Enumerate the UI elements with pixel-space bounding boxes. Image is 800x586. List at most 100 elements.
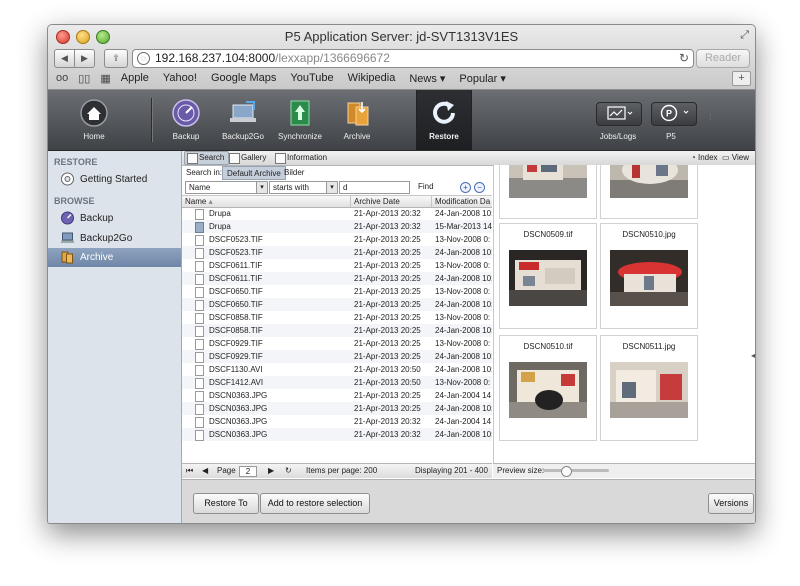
p5-button[interactable]: P — [651, 102, 697, 126]
toolbar-overflow-icon[interactable]: ⁞ — [709, 112, 712, 122]
first-page-icon[interactable]: ⏮ — [186, 464, 193, 478]
table-row[interactable]: Drupa 21-Apr-2013 20:32 15-Mar-2013 14 — [182, 220, 492, 233]
sidebar-item-backup[interactable]: Backup — [48, 209, 181, 228]
cell-archive-date: 21-Apr-2013 20:32 — [354, 209, 421, 218]
table-row[interactable]: DSCF0650.TIF 21-Apr-2013 20:25 13-Nov-2008… — [182, 285, 492, 298]
archive-small-icon — [61, 251, 73, 264]
bookmark-yahoo[interactable]: Yahoo! — [163, 72, 197, 84]
versions-button[interactable]: Versions — [708, 493, 754, 514]
table-row[interactable]: DSCF1130.AVI 21-Apr-2013 20:50 24-Jan-2008… — [182, 363, 492, 376]
index-icon[interactable]: ◔ — [691, 153, 696, 162]
jobs-logs-button[interactable] — [596, 102, 642, 126]
file-icon — [195, 313, 204, 324]
new-tab-plus-icon[interactable]: + — [732, 71, 751, 86]
cell-modification-date: 13-Nov-2008 0: — [435, 339, 491, 348]
sidebar-item-label: Getting Started — [80, 174, 148, 185]
column-header-modification-date[interactable]: Modification Da — [432, 196, 493, 207]
index-button[interactable]: Index — [698, 153, 718, 162]
forward-button[interactable]: ▶ — [74, 49, 95, 68]
address-bar[interactable]: ◌ 192.168.237.104:8000/lexxapp/136669667… — [132, 49, 694, 68]
gallery-thumbnail[interactable]: DSCN0511.jpg — [600, 335, 698, 441]
bookmarks-book-icon[interactable]: ▯▯ — [78, 72, 90, 85]
preview-size-slider-knob[interactable] — [561, 466, 572, 477]
cell-name: DSCF1412.AVI — [209, 378, 264, 387]
cell-modification-date: 24-Jan-2008 10: — [435, 404, 492, 413]
main-panel: Search Gallery Information ◔ Index ▭ Vie… — [182, 151, 755, 523]
table-row[interactable]: Drupa 21-Apr-2013 20:32 24-Jan-2008 10: — [182, 207, 492, 220]
tab-information[interactable]: Information — [273, 152, 327, 164]
table-row[interactable]: DSCF0929.TIF 21-Apr-2013 20:25 13-Nov-2008… — [182, 337, 492, 350]
add-criteria-icon[interactable]: + — [460, 182, 471, 193]
bookmark-apple[interactable]: Apple — [121, 72, 149, 84]
add-to-restore-selection-button[interactable]: Add to restore selection — [260, 493, 370, 514]
table-row[interactable]: DSCF0611.TIF 21-Apr-2013 20:25 24-Jan-2008… — [182, 272, 492, 285]
table-row[interactable]: DSCF0523.TIF 21-Apr-2013 20:25 13-Nov-2008… — [182, 233, 492, 246]
cell-archive-date: 21-Apr-2013 20:25 — [354, 261, 421, 270]
column-header-name[interactable]: Name ▴ — [182, 196, 351, 207]
refresh-icon[interactable]: ↻ — [285, 464, 292, 478]
gallery-thumbnail[interactable]: DSCN0510.tif — [499, 335, 597, 441]
scope-default-archive[interactable]: Default Archive — [222, 166, 286, 180]
preview-size-slider[interactable] — [543, 466, 609, 477]
table-row[interactable]: DSCF0611.TIF 21-Apr-2013 20:25 13-Nov-2008… — [182, 259, 492, 272]
gallery-thumbnail[interactable] — [499, 165, 597, 219]
sidebar-item-archive[interactable]: Archive — [48, 248, 181, 267]
reader-button[interactable]: Reader — [696, 49, 750, 68]
table-row[interactable]: DSCN0363.JPG 21-Apr-2013 20:25 24-Jan-2008… — [182, 402, 492, 415]
panel-collapse-handle[interactable]: ◂ — [751, 351, 755, 365]
restore-to-button[interactable]: Restore To — [193, 493, 259, 514]
search-value-input[interactable]: d — [339, 181, 410, 194]
back-button[interactable]: ◀ — [54, 49, 75, 68]
fullscreen-icon[interactable]: ⤢ — [740, 29, 749, 42]
field-select[interactable]: Name ▾ — [185, 181, 268, 194]
sidebar-item-getting-started[interactable]: Getting Started — [48, 170, 181, 189]
cell-name: DSCF0523.TIF — [209, 235, 263, 244]
toolbar-backup2go[interactable]: Backup2Go — [213, 96, 273, 148]
bookmark-wikipedia[interactable]: Wikipedia — [348, 72, 396, 84]
top-sites-grid-icon[interactable]: ▦ — [100, 72, 110, 85]
operator-select[interactable]: starts with ▾ — [269, 181, 338, 194]
view-button[interactable]: View — [732, 153, 749, 162]
reload-icon[interactable]: ↻ — [679, 51, 689, 65]
toolbar-restore[interactable]: Restore — [416, 90, 472, 150]
reading-list-icon[interactable]: oo — [56, 72, 68, 84]
table-row[interactable]: DSCN0363.JPG 21-Apr-2013 20:25 24-Jan-2004… — [182, 389, 492, 402]
toolbar-synchronize[interactable]: Synchronize — [270, 96, 330, 148]
column-header-archive-date[interactable]: Archive Date — [351, 196, 432, 207]
results-grid: Drupa 21-Apr-2013 20:32 24-Jan-2008 10: Dru… — [182, 207, 492, 453]
gallery-thumbnail[interactable]: DSCN0510.jpg — [600, 223, 698, 329]
app-toolbar: Home Backup Backup2Go Synchronize Archiv… — [48, 90, 755, 151]
sidebar-item-backup2go[interactable]: Backup2Go — [48, 229, 181, 248]
table-row[interactable]: DSCF1412.AVI 21-Apr-2013 20:50 13-Nov-2008… — [182, 376, 492, 389]
toolbar-home[interactable]: Home — [64, 96, 124, 148]
bookmark-youtube[interactable]: YouTube — [290, 72, 333, 84]
toolbar-backup[interactable]: Backup — [156, 96, 216, 148]
cell-archive-date: 21-Apr-2013 20:25 — [354, 339, 421, 348]
life-ring-icon — [61, 172, 74, 186]
remove-criteria-icon[interactable]: − — [474, 182, 485, 193]
table-row[interactable]: DSCN0363.JPG 21-Apr-2013 20:32 24-Jan-2008… — [182, 428, 492, 441]
table-row[interactable]: DSCF0858.TIF 21-Apr-2013 20:25 24-Jan-2008… — [182, 324, 492, 337]
previous-page-icon[interactable]: ◀ — [202, 464, 208, 478]
table-row[interactable]: DSCF0858.TIF 21-Apr-2013 20:25 13-Nov-2008… — [182, 311, 492, 324]
next-page-icon[interactable]: ▶ — [268, 464, 274, 478]
bookmark-news[interactable]: News ▾ — [409, 72, 445, 85]
table-row[interactable]: DSCF0650.TIF 21-Apr-2013 20:25 24-Jan-2008… — [182, 298, 492, 311]
view-icon[interactable]: ▭ — [722, 153, 730, 162]
scope-bilder[interactable]: Bilder — [280, 166, 308, 178]
tab-gallery[interactable]: Gallery — [227, 152, 266, 164]
share-button[interactable]: ⇪ — [104, 49, 128, 68]
find-button[interactable]: Find — [418, 182, 434, 191]
gallery-thumbnail[interactable] — [600, 165, 698, 219]
sidebar-item-label: Archive — [80, 252, 114, 263]
cell-modification-date: 24-Jan-2008 10: — [435, 300, 492, 309]
page-number-input[interactable]: 2 — [239, 466, 257, 477]
table-row[interactable]: DSCF0929.TIF 21-Apr-2013 20:25 24-Jan-2008… — [182, 350, 492, 363]
gallery-thumbnail[interactable]: DSCN0509.tif — [499, 223, 597, 329]
table-row[interactable]: DSCF0523.TIF 21-Apr-2013 20:25 24-Jan-2008… — [182, 246, 492, 259]
toolbar-archive[interactable]: Archive — [327, 96, 387, 148]
bookmark-google-maps[interactable]: Google Maps — [211, 72, 276, 84]
tab-search[interactable]: Search — [184, 151, 230, 165]
bookmark-popular[interactable]: Popular ▾ — [459, 72, 506, 85]
table-row[interactable]: DSCN0363.JPG 21-Apr-2013 20:32 24-Jan-2004… — [182, 415, 492, 428]
